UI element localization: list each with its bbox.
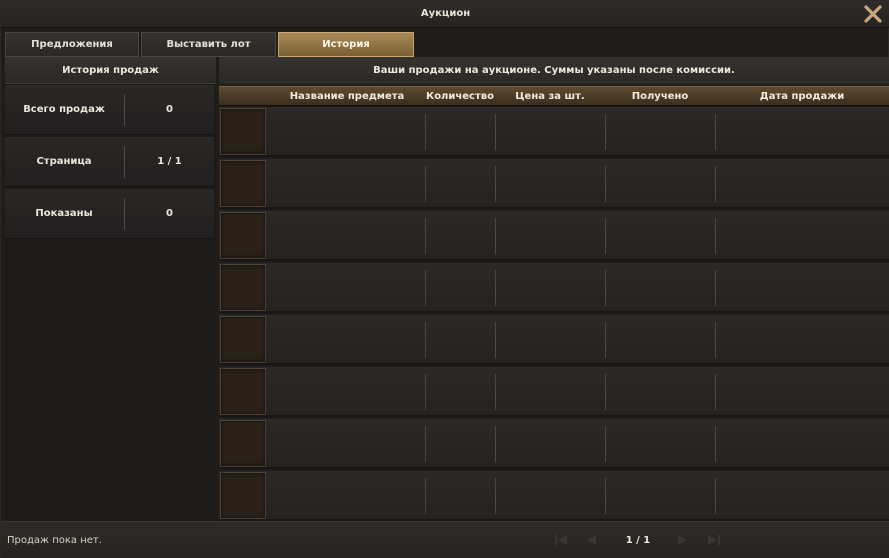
- cell-divider: [715, 218, 716, 254]
- sales-history-title: История продаж: [5, 57, 216, 84]
- cell-divider: [425, 478, 426, 514]
- table-row[interactable]: [219, 211, 889, 261]
- stat-label: Страница: [36, 156, 92, 167]
- footer-bar: Продаж пока нет. 1 / 1: [1, 521, 889, 558]
- column-sale-date[interactable]: Дата продажи: [715, 87, 889, 106]
- title-bar: Аукцион: [1, 1, 889, 28]
- stat-value: 1 / 1: [157, 156, 182, 167]
- table-row[interactable]: [219, 419, 889, 469]
- prev-page-icon: [587, 535, 596, 545]
- cell-divider: [495, 270, 496, 306]
- table-row[interactable]: [219, 107, 889, 157]
- stat-value: 0: [166, 208, 173, 219]
- cell-divider: [495, 374, 496, 410]
- sales-history-panel: История продаж Всего продаж 0 Страница 1…: [5, 57, 216, 519]
- item-slot: [220, 160, 266, 207]
- cell-divider: [495, 478, 496, 514]
- cell-divider: [425, 218, 426, 254]
- next-page-icon: [678, 535, 687, 545]
- first-page-button[interactable]: [552, 531, 570, 549]
- item-slot: [220, 368, 266, 415]
- cell-divider: [425, 270, 426, 306]
- stat-label: Показаны: [35, 208, 93, 219]
- cell-divider: [425, 166, 426, 202]
- cell-divider: [715, 322, 716, 358]
- close-icon: [864, 5, 882, 23]
- cell-divider: [715, 478, 716, 514]
- cell-divider: [715, 426, 716, 462]
- cell-divider: [495, 322, 496, 358]
- auction-window: Аукцион Предложения Выставить лот Истори…: [0, 0, 889, 558]
- table-row[interactable]: [219, 263, 889, 313]
- cell-divider: [605, 322, 606, 358]
- cell-divider: [715, 166, 716, 202]
- stat-label: Всего продаж: [23, 104, 105, 115]
- column-received[interactable]: Получено: [605, 87, 715, 106]
- cell-divider: [495, 218, 496, 254]
- table-row[interactable]: [219, 367, 889, 417]
- cell-divider: [495, 166, 496, 202]
- last-page-icon: [708, 535, 720, 545]
- cell-divider: [605, 374, 606, 410]
- item-slot: [220, 316, 266, 363]
- table-row[interactable]: [219, 315, 889, 365]
- sales-table-panel: Ваши продажи на аукционе. Суммы указаны …: [219, 57, 889, 521]
- next-page-button[interactable]: [673, 531, 691, 549]
- tab-offers[interactable]: Предложения: [5, 32, 139, 57]
- cell-divider: [425, 426, 426, 462]
- item-slot: [220, 472, 266, 519]
- table-row[interactable]: [219, 159, 889, 209]
- cell-divider: [605, 270, 606, 306]
- cell-divider: [605, 426, 606, 462]
- first-page-icon: [555, 535, 567, 545]
- item-slot: [220, 420, 266, 467]
- cell-divider: [425, 374, 426, 410]
- stat-page: Страница 1 / 1: [5, 137, 214, 187]
- cell-divider: [715, 374, 716, 410]
- close-button[interactable]: [862, 3, 884, 25]
- column-item-name[interactable]: Название предмета: [267, 87, 427, 106]
- cell-divider: [715, 270, 716, 306]
- table-header: Название предмета Количество Цена за шт.…: [219, 86, 889, 106]
- cell-divider: [605, 166, 606, 202]
- sales-info-text: Ваши продажи на аукционе. Суммы указаны …: [219, 57, 889, 84]
- cell-divider: [715, 114, 716, 150]
- cell-divider: [605, 114, 606, 150]
- page-indicator: 1 / 1: [625, 535, 651, 546]
- item-slot: [220, 108, 266, 155]
- cell-divider: [495, 426, 496, 462]
- stat-total-sales: Всего продаж 0: [5, 85, 214, 135]
- window-title: Аукцион: [420, 8, 471, 19]
- cell-divider: [495, 114, 496, 150]
- column-unit-price[interactable]: Цена за шт.: [495, 87, 605, 106]
- cell-divider: [605, 218, 606, 254]
- stat-value: 0: [166, 104, 173, 115]
- prev-page-button[interactable]: [583, 531, 601, 549]
- tab-history[interactable]: История: [278, 32, 414, 57]
- item-slot: [220, 264, 266, 311]
- cell-divider: [425, 114, 426, 150]
- tab-create-listing[interactable]: Выставить лот: [141, 32, 276, 57]
- column-quantity[interactable]: Количество: [425, 87, 495, 106]
- cell-divider: [605, 478, 606, 514]
- stat-shown: Показаны 0: [5, 189, 214, 239]
- status-text: Продаж пока нет.: [7, 535, 102, 546]
- cell-divider: [425, 322, 426, 358]
- last-page-button[interactable]: [705, 531, 723, 549]
- item-slot: [220, 212, 266, 259]
- table-row[interactable]: [219, 471, 889, 521]
